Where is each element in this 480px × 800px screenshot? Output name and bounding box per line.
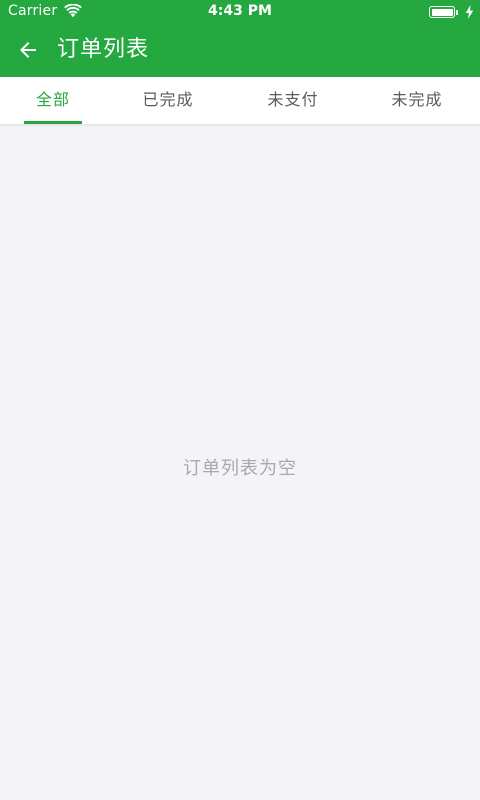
battery-level bbox=[431, 8, 453, 16]
battery-cap bbox=[456, 10, 458, 15]
empty-state-message: 订单列表为空 bbox=[183, 458, 297, 479]
page-title: 订单列表 bbox=[57, 37, 150, 62]
arrow-left-icon bbox=[20, 42, 36, 58]
back-button[interactable] bbox=[12, 34, 44, 66]
status-bar: Carrier 4:43 PM bbox=[0, 0, 480, 24]
battery-icon bbox=[429, 6, 455, 18]
tab-indicator bbox=[24, 121, 82, 124]
order-list-screen: Carrier 4:43 PM 订单列表 全部 已完成 未支付 未完成 订单列表… bbox=[0, 0, 480, 800]
header: Carrier 4:43 PM 订单列表 bbox=[0, 0, 480, 77]
tab-completed[interactable]: 已完成 bbox=[115, 77, 221, 124]
tab-unfinished[interactable]: 未完成 bbox=[364, 77, 470, 124]
status-time: 4:43 PM bbox=[208, 3, 272, 19]
tab-bar: 全部 已完成 未支付 未完成 bbox=[0, 77, 480, 124]
tab-unpaid[interactable]: 未支付 bbox=[240, 77, 346, 124]
bolt-icon bbox=[465, 5, 474, 19]
order-list: 订单列表为空 bbox=[0, 124, 480, 800]
tab-all[interactable]: 全部 bbox=[0, 77, 106, 124]
app-bar: 订单列表 bbox=[0, 24, 480, 77]
